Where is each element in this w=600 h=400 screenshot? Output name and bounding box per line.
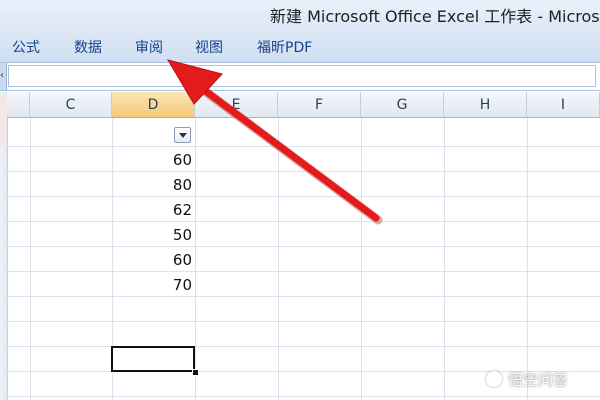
gridline [361, 118, 362, 400]
cell-d-value[interactable]: 62 [112, 198, 192, 222]
gridline [7, 296, 600, 297]
gridline [7, 196, 600, 197]
gridline [7, 396, 600, 397]
cell-d-value[interactable]: 70 [112, 273, 192, 297]
column-header-i[interactable]: I [527, 92, 600, 118]
column-header-d[interactable]: D [112, 92, 195, 118]
window-title: 新建 Microsoft Office Excel 工作表 - Microso [270, 7, 600, 26]
tab-formulas[interactable]: 公式 [12, 37, 40, 57]
tab-foxit-pdf[interactable]: 福昕PDF [257, 37, 312, 57]
fill-handle[interactable] [192, 369, 199, 376]
cell-d-value[interactable]: 60 [112, 148, 192, 172]
watermark-text: 悟空问答 [508, 371, 569, 389]
gridline [7, 146, 600, 147]
tab-review[interactable]: 审阅 [135, 37, 163, 57]
active-cell-selection[interactable] [111, 346, 195, 372]
title-bar: 新建 Microsoft Office Excel 工作表 - Microso [0, 0, 600, 29]
gridline [278, 118, 279, 400]
gridline [7, 346, 600, 347]
column-header-g[interactable]: G [361, 92, 444, 118]
autofilter-dropdown-button[interactable] [174, 127, 191, 143]
column-header-c[interactable]: C [30, 92, 112, 118]
gridline [444, 118, 445, 400]
gridline [195, 118, 196, 400]
formula-bar: ‹ [0, 63, 600, 91]
cell-d-value[interactable]: 50 [112, 223, 192, 247]
ribbon-tabs: 公式 数据 审阅 视图 福昕PDF [0, 28, 600, 63]
tab-view[interactable]: 视图 [195, 37, 223, 57]
gridline [7, 321, 600, 322]
dropdown-triangle-icon [179, 133, 187, 138]
chevron-left-icon: ‹ [0, 70, 4, 81]
gridline [7, 221, 600, 222]
column-header-h[interactable]: H [444, 92, 527, 118]
gridline [7, 171, 600, 172]
offscreen-cell [0, 122, 7, 146]
cell-d-value[interactable]: 80 [112, 173, 192, 197]
gridline [30, 118, 31, 400]
cell-d-value[interactable]: 60 [112, 248, 192, 272]
tab-data[interactable]: 数据 [74, 37, 102, 57]
gridline [7, 246, 600, 247]
column-header-e[interactable]: E [195, 92, 278, 118]
gridline [527, 118, 528, 400]
wukong-logo-icon [486, 371, 502, 387]
gridline [7, 271, 600, 272]
column-header-b[interactable] [7, 92, 30, 118]
formula-input[interactable] [8, 65, 596, 87]
column-header-f[interactable]: F [278, 92, 361, 118]
offscreen-cell [0, 96, 7, 120]
